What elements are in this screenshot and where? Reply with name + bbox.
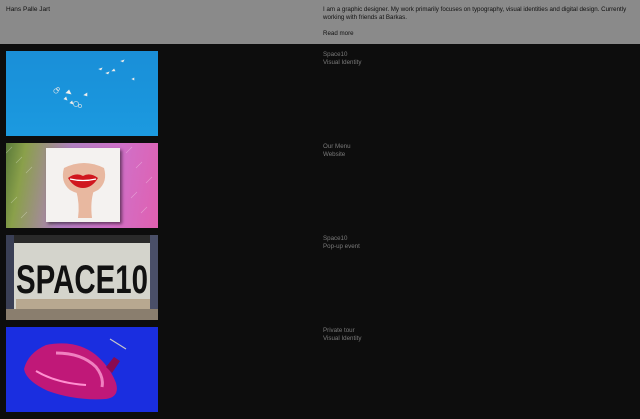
project-category: Pop-up event xyxy=(323,243,360,250)
project-category: Visual Identity xyxy=(323,59,362,66)
project-title: Space10 xyxy=(323,235,348,242)
project-thumbnail[interactable] xyxy=(6,51,158,136)
project-meta[interactable]: Space10 Visual Identity xyxy=(323,51,361,67)
birds-in-sky-image xyxy=(53,59,135,108)
project-category: Visual Identity xyxy=(323,335,362,342)
site-owner-name[interactable]: Hans Palle Jart xyxy=(6,6,50,13)
project-meta[interactable]: Space10 Pop-up event xyxy=(323,235,360,251)
pink-shoe-image xyxy=(24,338,127,400)
svg-text:SPACE10: SPACE10 xyxy=(16,258,148,302)
bio-text: I am a graphic designer. My work primari… xyxy=(323,6,627,21)
project-item: Private tour Visual Identity xyxy=(0,327,640,419)
lips-card xyxy=(46,148,120,222)
project-item: SPACE10 Space10 Pop-up event xyxy=(0,235,640,327)
project-thumbnail[interactable]: SPACE10 xyxy=(6,235,158,320)
project-thumbnail[interactable] xyxy=(6,143,158,228)
project-meta[interactable]: Our Menu Website xyxy=(323,143,351,159)
site-header: Hans Palle Jart I am a graphic designer.… xyxy=(0,0,640,44)
project-title: Our Menu xyxy=(323,143,351,150)
project-meta[interactable]: Private tour Visual Identity xyxy=(323,327,361,343)
project-title: Private tour xyxy=(323,327,355,334)
project-item: Space10 Visual Identity xyxy=(0,51,640,143)
project-category: Website xyxy=(323,151,346,158)
read-more-link[interactable]: Read more xyxy=(323,30,354,37)
project-title: Space10 xyxy=(323,51,348,58)
space10-wall-image: SPACE10 xyxy=(6,235,158,320)
project-item: Our Menu Website xyxy=(0,143,640,235)
project-thumbnail[interactable] xyxy=(6,327,158,412)
lips-hand-image xyxy=(62,163,106,218)
